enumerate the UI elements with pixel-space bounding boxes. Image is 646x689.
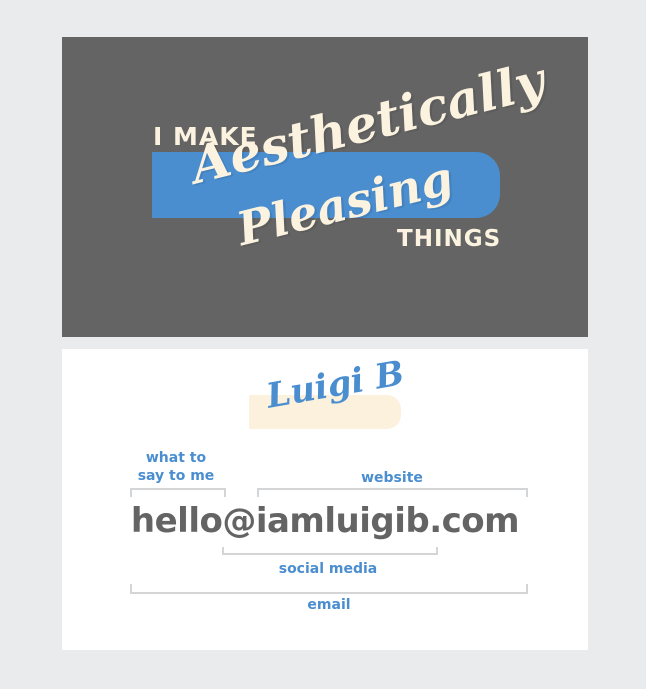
business-card-front: I MAKE Aesthetically Pleasing THINGS	[62, 37, 588, 337]
email-address: hello@iamluigib.com	[130, 501, 520, 541]
label-what-to-say-line: say to me	[137, 468, 215, 484]
headline-things: THINGS	[397, 226, 502, 252]
label-social-media: social media	[278, 561, 378, 577]
label-what-to-say: what to say to me	[126, 449, 226, 485]
bracket-email	[130, 584, 528, 594]
label-website: website	[361, 470, 423, 486]
label-what-to-say-line: what to	[145, 450, 207, 466]
label-email: email	[307, 597, 351, 613]
bracket-what-to-say	[130, 488, 226, 497]
bracket-social-media	[222, 547, 438, 555]
business-card-back: Luigi B what to say to me website hello@i…	[62, 349, 588, 650]
bracket-website	[257, 488, 528, 497]
